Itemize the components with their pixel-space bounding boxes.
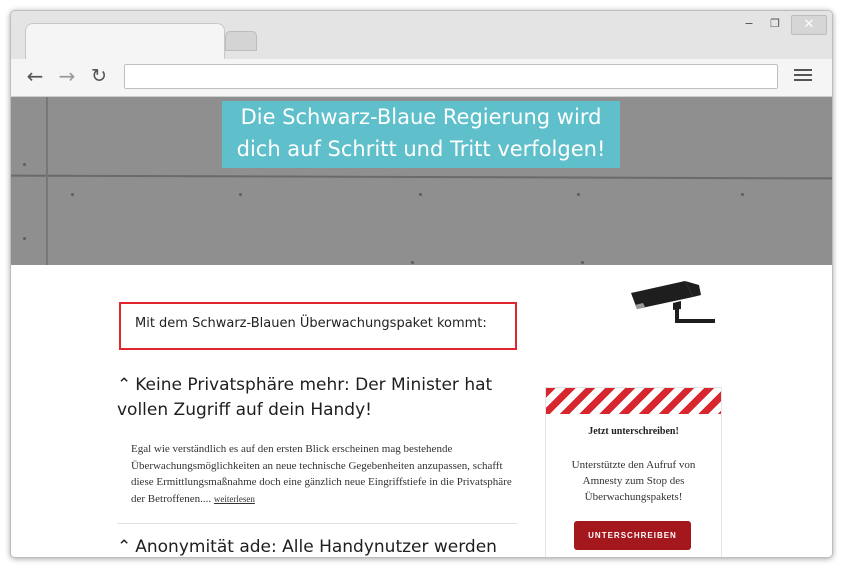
close-icon[interactable]: ✕	[791, 15, 827, 35]
main-content: Mit dem Schwarz-Blauen Überwachungspaket…	[11, 265, 832, 557]
arrow-left-icon[interactable]: ←	[23, 64, 47, 88]
browser-toolbar: ← → ↻	[11, 59, 832, 97]
chevron-up-icon: ⌃	[117, 375, 132, 395]
reload-icon[interactable]: ↻	[87, 64, 111, 88]
new-tab-button[interactable]	[225, 31, 257, 51]
banner-line-2: dich auf Schritt und Tritt verfolgen!	[236, 137, 606, 161]
maximize-icon[interactable]: ❐	[766, 15, 784, 33]
callout-box: Mit dem Schwarz-Blauen Überwachungspaket…	[119, 302, 517, 350]
article-text: Egal wie verständlich es auf den ersten …	[131, 443, 512, 505]
read-more-link[interactable]: weiterlesen	[214, 494, 255, 504]
hero-banner: Die Schwarz-Blaue Regierung wird dich au…	[222, 101, 620, 168]
divider	[117, 523, 517, 524]
arrow-right-icon[interactable]: →	[55, 64, 79, 88]
hamburger-menu-icon[interactable]	[793, 66, 813, 86]
petition-box: Jetzt unterschreiben! Unterstützte den A…	[545, 387, 722, 557]
callout-text: Mit dem Schwarz-Blauen Überwachungspaket…	[135, 316, 487, 331]
petition-text: Unterstützte den Aufruf von Amnesty zum …	[571, 459, 696, 503]
tab-strip: ‒ ❐ ✕	[11, 11, 832, 60]
article-body-1: Egal wie verständlich es auf den ersten …	[131, 441, 521, 507]
page-viewport: Die Schwarz-Blaue Regierung wird dich au…	[11, 97, 832, 557]
banner-line-1: Die Schwarz-Blaue Regierung wird	[240, 105, 602, 129]
address-bar[interactable]	[124, 64, 778, 89]
article-heading-1[interactable]: ⌃ Keine Privatsphäre mehr: Der Minister h…	[117, 373, 517, 423]
browser-window: ‒ ❐ ✕ ← → ↻ Die Schwarz-Blaue Regierung	[10, 10, 833, 558]
warning-stripes	[546, 388, 721, 414]
surveillance-camera-icon	[631, 281, 715, 323]
chevron-up-icon: ⌃	[117, 537, 132, 557]
minimize-icon[interactable]: ‒	[740, 15, 758, 33]
hero-image: Die Schwarz-Blaue Regierung wird dich au…	[11, 97, 832, 265]
petition-title: Jetzt unterschreiben!	[588, 426, 679, 437]
article-title-line: Anonymität ade: Alle Handynutzer werden	[135, 537, 497, 557]
browser-tab[interactable]	[25, 23, 225, 60]
article-title-line: vollen Zugriff auf dein Handy!	[117, 400, 372, 420]
article-title-line: Keine Privatsphäre mehr: Der Minister ha…	[135, 375, 493, 395]
sign-petition-button[interactable]: UNTERSCHREIBEN	[574, 521, 691, 550]
article-heading-2[interactable]: ⌃ Anonymität ade: Alle Handynutzer werden	[117, 535, 517, 557]
